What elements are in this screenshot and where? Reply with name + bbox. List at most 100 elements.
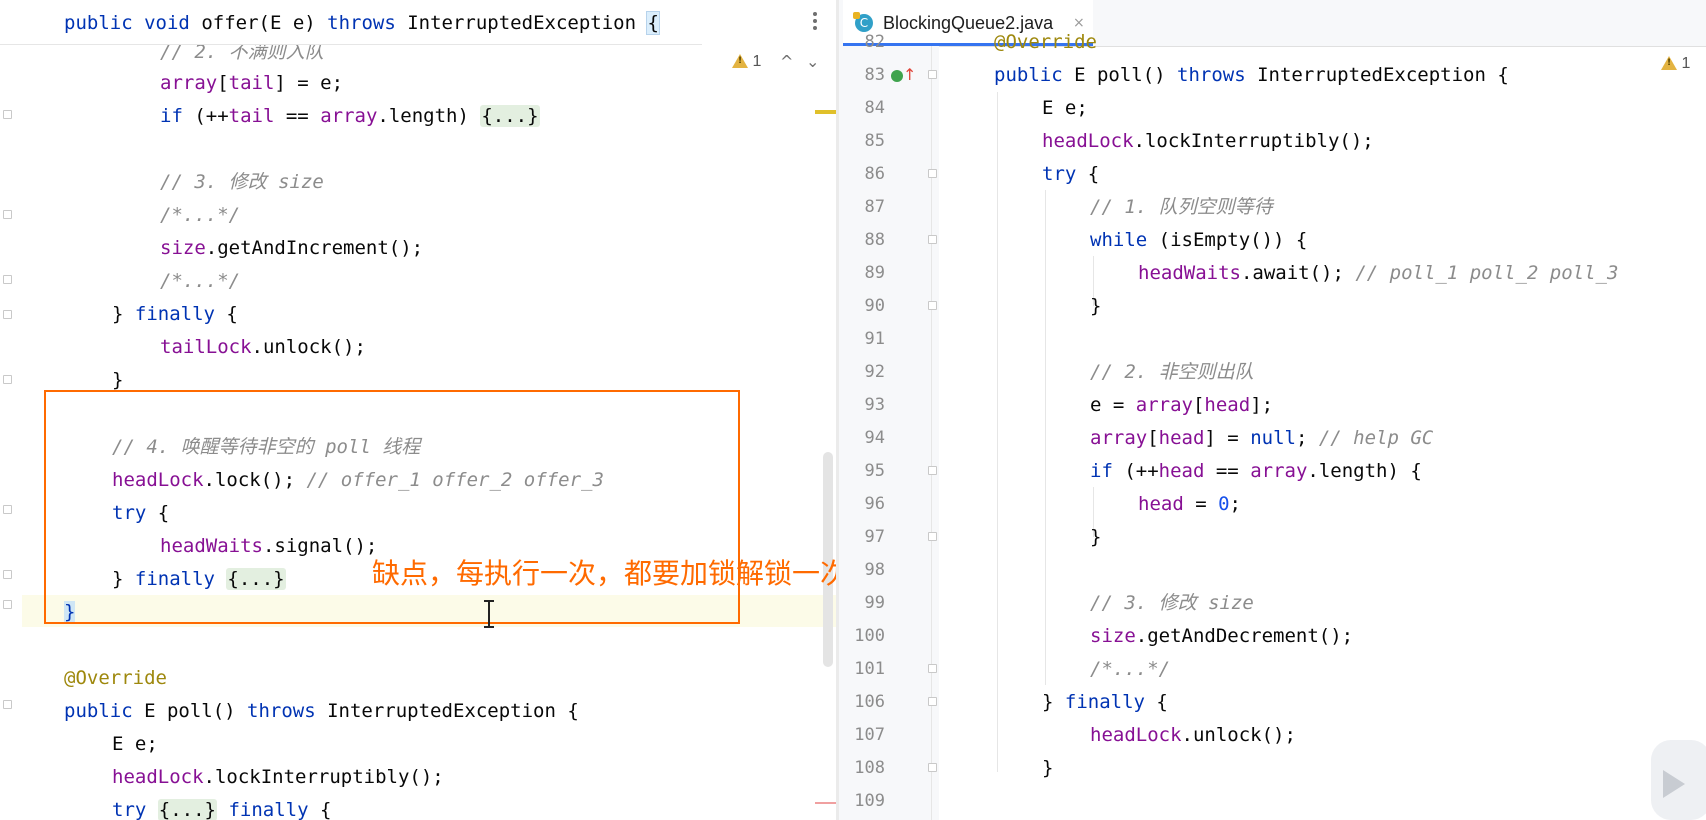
code-line: } (1042, 752, 1053, 785)
text-cursor-icon (484, 600, 494, 628)
code-line: headLock.lockInterruptibly(); (1042, 125, 1374, 158)
code-text: ; (1229, 493, 1241, 515)
left-code-area[interactable]: // 2. 不满则入队 array[tail] = e; if (++tail … (0, 0, 836, 820)
code-text: .lockInterruptibly(); (203, 766, 444, 788)
code-text: } (1090, 295, 1102, 317)
warning-icon (732, 54, 748, 68)
inspection-widget[interactable]: 1 (732, 52, 761, 71)
code-text: InterruptedException { (1245, 64, 1509, 86)
code-text: { (308, 799, 332, 820)
code-text: InterruptedException (395, 12, 648, 34)
fold-icon[interactable] (928, 763, 937, 772)
keyword: public (994, 64, 1063, 86)
comment: // offer_1 offer_2 offer_3 (306, 469, 604, 491)
keyword: null (1250, 427, 1296, 449)
code-line: } finally {...} (112, 564, 286, 594)
line-number: 91 (864, 329, 885, 349)
folded-comment[interactable]: /*...*/ (160, 204, 240, 226)
code-text: == (1204, 460, 1251, 482)
code-line: try { (112, 498, 169, 528)
fold-icon[interactable] (928, 664, 937, 673)
field: headLock (112, 766, 204, 788)
fold-icon[interactable] (928, 532, 937, 541)
code-line: // 3. 修改 size (160, 167, 324, 197)
field: array (160, 72, 218, 94)
fold-icon[interactable] (928, 235, 937, 244)
next-highlight-icon[interactable]: ⌄ (806, 52, 819, 71)
screen: // 2. 不满则入队 array[tail] = e; if (++tail … (0, 0, 1706, 820)
code-line: @Override (994, 26, 1097, 59)
editor-tab-bar: C BlockingQueue2.java × (839, 0, 1706, 47)
code-line: headLock.lockInterruptibly(); (112, 762, 444, 792)
line-number: 99 (864, 593, 885, 613)
folded-region[interactable]: {...} (157, 799, 217, 820)
code-text: { (1144, 691, 1168, 713)
code-text: E e; (112, 733, 158, 755)
line-number: 106 (854, 692, 885, 712)
keyword: while (1090, 229, 1148, 251)
code-text: ; (1295, 427, 1319, 449)
field: headLock (1090, 724, 1182, 746)
code-line: array[head] = null; // help GC (1090, 422, 1433, 455)
code-text: .unlock(); (251, 336, 366, 358)
field: head (1158, 427, 1205, 449)
code-text: .lockInterruptibly(); (1133, 130, 1374, 152)
code-line: @Override (64, 663, 167, 693)
code-text: (isEmpty()) { (1147, 229, 1308, 251)
code-line: // 1. 队列空则等待 (1090, 191, 1273, 224)
code-line: } (1090, 290, 1101, 323)
line-number: 100 (854, 626, 885, 646)
folded-region[interactable]: {...} (480, 105, 540, 127)
play-button-icon[interactable] (1651, 740, 1706, 820)
left-editor-pane[interactable]: // 2. 不满则入队 array[tail] = e; if (++tail … (0, 0, 836, 820)
code-line: headWaits.signal(); (160, 531, 377, 561)
fold-icon[interactable] (928, 70, 937, 79)
line-number: 86 (864, 164, 885, 184)
code-line: } (64, 597, 76, 627)
code-line: headLock.lock(); // offer_1 offer_2 offe… (112, 465, 604, 495)
sticky-scroll-header[interactable]: public void offer(E e) throws Interrupte… (0, 0, 702, 45)
more-options-icon[interactable] (812, 10, 818, 36)
code-text: (++ (182, 105, 229, 127)
code-line: headWaits.await(); // poll_1 poll_2 poll… (1138, 257, 1618, 290)
keyword: throws (1177, 64, 1246, 86)
code-text: .getAndDecrement(); (1135, 625, 1354, 647)
folded-comment[interactable]: /*...*/ (1090, 658, 1170, 680)
field: tailLock (160, 336, 252, 358)
code-text: .length) (377, 105, 481, 127)
folded-region[interactable]: {...} (226, 568, 286, 590)
keyword: throws (247, 700, 316, 722)
right-editor-pane[interactable]: C BlockingQueue2.java × 82 83 84 85 86 87 88 89… (839, 0, 1706, 820)
comment: // 1. 队列空则等待 (1090, 196, 1273, 218)
code-line: if (++head == array.length) { (1090, 455, 1422, 488)
fold-icon[interactable] (928, 301, 937, 310)
field: size (160, 237, 206, 259)
code-line: public E poll() throws InterruptedExcept… (994, 59, 1509, 92)
fold-icon[interactable] (928, 169, 937, 178)
code-text: } (1090, 526, 1102, 548)
error-marker[interactable] (815, 802, 836, 804)
line-number: 90 (864, 296, 885, 316)
sticky-code-line[interactable]: public void offer(E e) throws Interrupte… (64, 8, 660, 38)
code-text: (++ (1112, 460, 1159, 482)
fold-icon[interactable] (928, 697, 937, 706)
warning-marker[interactable] (815, 110, 836, 114)
prev-highlight-icon[interactable]: ^ (780, 52, 793, 71)
code-line: while (isEmpty()) { (1090, 224, 1307, 257)
code-text: .length) { (1307, 460, 1422, 482)
line-number: 96 (864, 494, 885, 514)
code-line: // 4. 唤醒等待非空的 poll 线程 (112, 432, 420, 462)
line-number: 83 (864, 65, 885, 85)
fold-icon[interactable] (928, 466, 937, 475)
inspection-widget[interactable]: 1 (1661, 54, 1690, 73)
override-method-icon[interactable]: ↑ (891, 65, 916, 86)
folded-comment[interactable]: /*...*/ (160, 270, 240, 292)
code-line: } (112, 365, 123, 395)
line-number: 93 (864, 395, 885, 415)
field: array (1090, 427, 1148, 449)
field: array (1135, 394, 1193, 416)
line-number: 85 (864, 131, 885, 151)
code-text: ]; (1250, 394, 1274, 416)
left-scrollbar[interactable] (822, 44, 836, 820)
